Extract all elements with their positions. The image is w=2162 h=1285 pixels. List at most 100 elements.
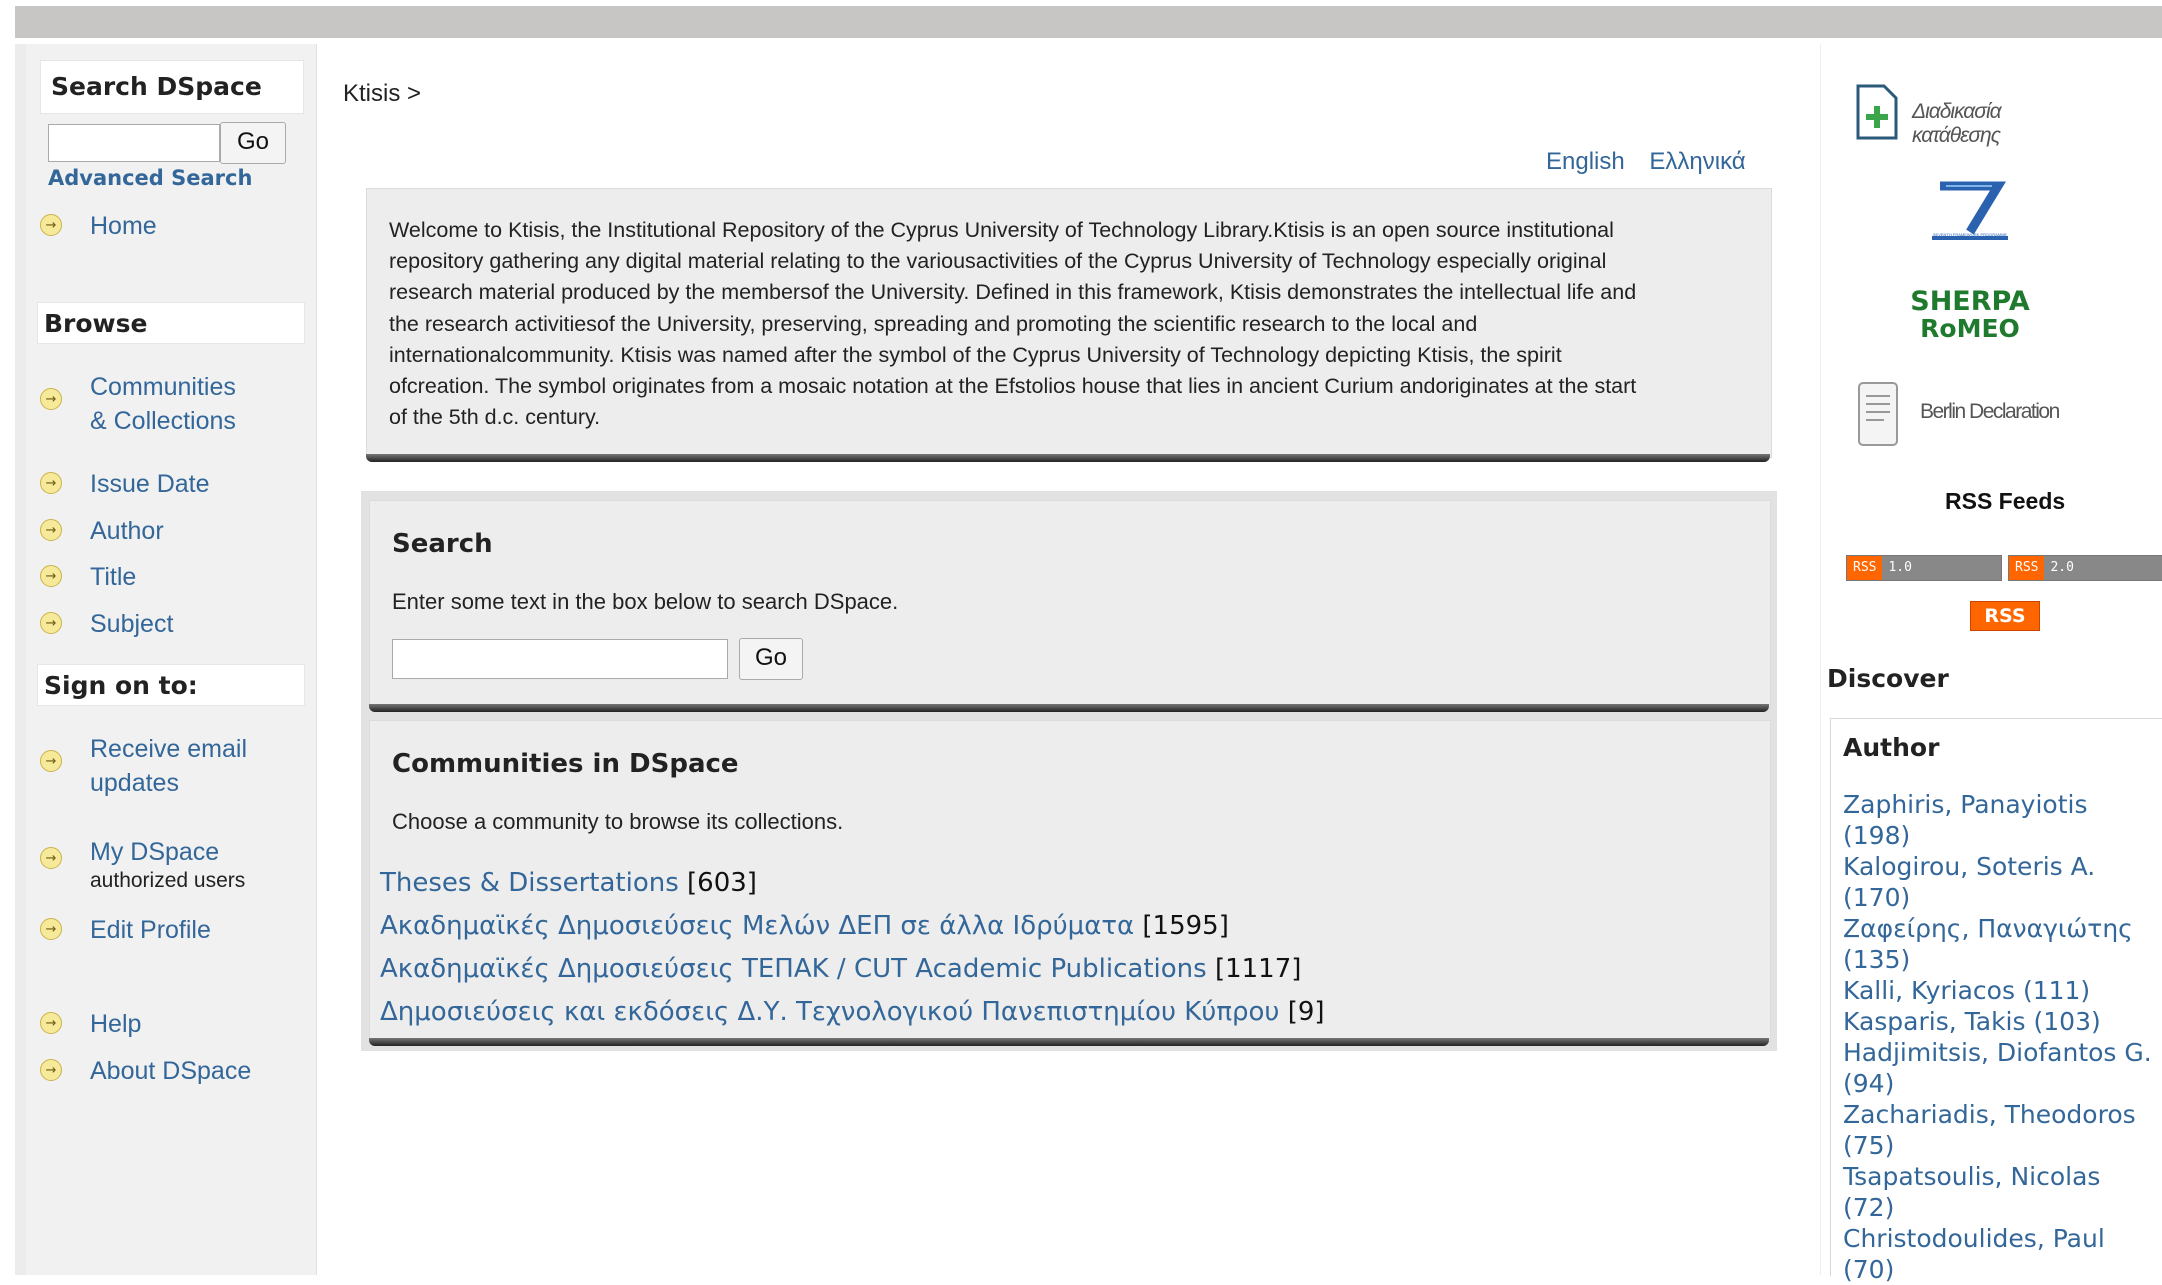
author-count: (70) xyxy=(1843,1255,1895,1284)
author-name[interactable]: Zaphiris, Panayiotis xyxy=(1843,790,2088,819)
nav-issue-date[interactable]: → Issue Date xyxy=(40,470,210,501)
welcome-line: of the 5th d.c. century. xyxy=(389,405,601,430)
rss-2-badge[interactable]: RSS 2.0 xyxy=(2008,555,2162,581)
berlin-declaration-link[interactable]: Berlin Declaration xyxy=(1856,380,2076,450)
rss-1-badge[interactable]: RSS 1.0 xyxy=(1846,555,2002,581)
author-facet-item[interactable]: Christodoulides, Paul (70) xyxy=(1843,1223,2152,1285)
welcome-line: the research activitiesof the University… xyxy=(389,311,1478,336)
advanced-search-link[interactable]: Advanced Search xyxy=(48,166,252,190)
author-name[interactable]: Kalli, Kyriacos xyxy=(1843,976,2015,1005)
author-name[interactable]: Christodoulides, Paul xyxy=(1843,1224,2105,1253)
sidebar-go-button[interactable]: Go xyxy=(220,122,286,164)
browse-header: Browse xyxy=(37,302,305,344)
panel-shadow xyxy=(369,1038,1769,1046)
author-facet-item[interactable]: Zaphiris, Panayiotis (198) xyxy=(1843,789,2152,851)
welcome-line: Welcome to Ktisis, the Institutional Rep… xyxy=(389,218,1614,242)
signon-header: Sign on to: xyxy=(37,664,305,706)
sherpa-text: SHERPA xyxy=(1910,286,2030,317)
lang-english[interactable]: English xyxy=(1546,148,1625,175)
fp7-logo[interactable]: SEVENTH FRAMEWORK PROGRAMME xyxy=(1920,180,2020,250)
nav-help[interactable]: → Help xyxy=(40,1010,141,1041)
nav-communities-label[interactable]: Communities & Collections xyxy=(90,370,236,438)
author-facet-item[interactable]: Kasparis, Takis (103) xyxy=(1843,1006,2152,1037)
author-facet-item[interactable]: Tsapatsoulis, Nicolas (72) xyxy=(1843,1161,2152,1223)
author-count: (72) xyxy=(1843,1193,1895,1222)
welcome-text: Welcome to Ktisis, the Institutional Rep… xyxy=(389,215,1636,433)
nav-subject[interactable]: → Subject xyxy=(40,610,173,641)
community-link[interactable]: Ακαδημαϊκές Δημοσιεύσεις ΤΕΠΑΚ / CUT Aca… xyxy=(380,954,1207,984)
signon-title: Sign on to: xyxy=(44,671,198,700)
author-name[interactable]: Hadjimitsis, Diofantos G. xyxy=(1843,1038,2152,1067)
nav-my-dspace[interactable]: → My DSpace authorized users xyxy=(40,838,245,893)
top-bar xyxy=(15,0,2162,44)
nav-title[interactable]: → Title xyxy=(40,563,136,594)
arrow-icon: → xyxy=(40,388,62,410)
author-name[interactable]: Tsapatsoulis, Nicolas xyxy=(1843,1162,2100,1191)
author-name[interactable]: Zachariadis, Theodoros xyxy=(1843,1100,2136,1129)
nav-receive-email-label[interactable]: Receive email updates xyxy=(90,732,247,800)
community-item[interactable]: Ακαδημαϊκές Δημοσιεύσεις Μελών ΔΕΠ σε άλ… xyxy=(380,911,1229,941)
author-name[interactable]: Ζαφείρης, Παναγιώτης xyxy=(1843,914,2133,943)
nav-about-label[interactable]: About DSpace xyxy=(90,1054,251,1088)
nav-my-dspace-sub: authorized users xyxy=(90,869,246,892)
nav-communities[interactable]: → Communities & Collections xyxy=(40,370,236,438)
arrow-icon: → xyxy=(40,472,62,494)
nav-my-dspace-label[interactable]: My DSpace authorized users xyxy=(90,835,245,893)
berlin-label: Berlin Declaration xyxy=(1920,400,2060,423)
author-name[interactable]: Kalogirou, Soteris A. xyxy=(1843,852,2095,881)
author-count: (94) xyxy=(1843,1069,1895,1098)
author-name[interactable]: Kasparis, Takis xyxy=(1843,1007,2026,1036)
nav-help-label[interactable]: Help xyxy=(90,1007,141,1041)
author-count: (111) xyxy=(2022,976,2091,1005)
author-facet-item[interactable]: Hadjimitsis, Diofantos G. (94) xyxy=(1843,1037,2152,1099)
nav-receive-email-line1: Receive email xyxy=(90,735,248,763)
nav-subject-label[interactable]: Subject xyxy=(90,607,173,641)
panel-shadow xyxy=(369,704,1769,712)
nav-communities-line2: & Collections xyxy=(90,407,236,435)
main-search-input[interactable] xyxy=(392,639,728,679)
nav-author[interactable]: → Author xyxy=(40,517,164,548)
nav-home-label[interactable]: Home xyxy=(90,209,157,243)
search-panel: Search Enter some text in the box below … xyxy=(369,500,1771,708)
author-facet-item[interactable]: Zachariadis, Theodoros (75) xyxy=(1843,1099,2152,1161)
community-count: [1117] xyxy=(1214,954,1302,984)
rss-1-right: 1.0 xyxy=(1882,556,2001,580)
nav-title-label[interactable]: Title xyxy=(90,560,136,594)
community-link[interactable]: Ακαδημαϊκές Δημοσιεύσεις Μελών ΔΕΠ σε άλ… xyxy=(380,911,1134,941)
nav-issue-date-label[interactable]: Issue Date xyxy=(90,467,210,501)
author-count: (103) xyxy=(2033,1007,2101,1036)
author-facet-item[interactable]: Kalogirou, Soteris A. (170) xyxy=(1843,851,2152,913)
nav-receive-email[interactable]: → Receive email updates xyxy=(40,732,247,800)
community-item[interactable]: Δημοσιεύσεις και εκδόσεις Δ.Υ. Τεχνολογι… xyxy=(380,997,1325,1027)
author-facet-item[interactable]: Kalli, Kyriacos (111) xyxy=(1843,975,2152,1006)
breadcrumb[interactable]: Ktisis > xyxy=(343,80,421,108)
search-panel-hint: Enter some text in the box below to sear… xyxy=(392,589,899,614)
sidebar-search-input[interactable] xyxy=(48,124,220,162)
discover-author-box: Author Zaphiris, Panayiotis (198) Kalogir… xyxy=(1830,718,2162,1284)
arrow-icon: → xyxy=(40,750,62,772)
main-go-button[interactable]: Go xyxy=(739,638,803,680)
author-facet-list: Zaphiris, Panayiotis (198) Kalogirou, Sot… xyxy=(1843,789,2152,1285)
community-link[interactable]: Δημοσιεύσεις και εκδόσεις Δ.Υ. Τεχνολογι… xyxy=(380,997,1279,1027)
community-item[interactable]: Theses & Dissertations [603] xyxy=(380,868,757,898)
arrow-icon: → xyxy=(40,214,62,236)
sherpa-romeo-logo[interactable]: SHERPA RoMEO xyxy=(1908,288,2032,348)
author-count: (170) xyxy=(1843,883,1911,912)
nav-home[interactable]: → Home xyxy=(40,212,157,243)
nav-author-label[interactable]: Author xyxy=(90,514,164,548)
nav-about[interactable]: → About DSpace xyxy=(40,1057,251,1088)
community-count: [9] xyxy=(1287,997,1325,1027)
nav-edit-profile[interactable]: → Edit Profile xyxy=(40,916,211,947)
arrow-icon: → xyxy=(40,918,62,940)
arrow-icon: → xyxy=(40,1012,62,1034)
nav-edit-profile-label[interactable]: Edit Profile xyxy=(90,913,211,947)
rss-badge[interactable]: RSS xyxy=(1970,601,2040,631)
community-link[interactable]: Theses & Dissertations xyxy=(380,868,679,898)
author-facet-item[interactable]: Ζαφείρης, Παναγιώτης (135) xyxy=(1843,913,2152,975)
deposit-link[interactable]: Διαδικασία κατάθεσης xyxy=(1852,82,2092,147)
rss-2-left: RSS xyxy=(2009,556,2045,580)
community-item[interactable]: Ακαδημαϊκές Δημοσιεύσεις ΤΕΠΑΚ / CUT Aca… xyxy=(380,954,1301,984)
browse-title: Browse xyxy=(44,309,148,338)
welcome-line: repository gathering any digital materia… xyxy=(389,249,1607,274)
lang-greek[interactable]: Ελληνικά xyxy=(1649,148,1745,175)
